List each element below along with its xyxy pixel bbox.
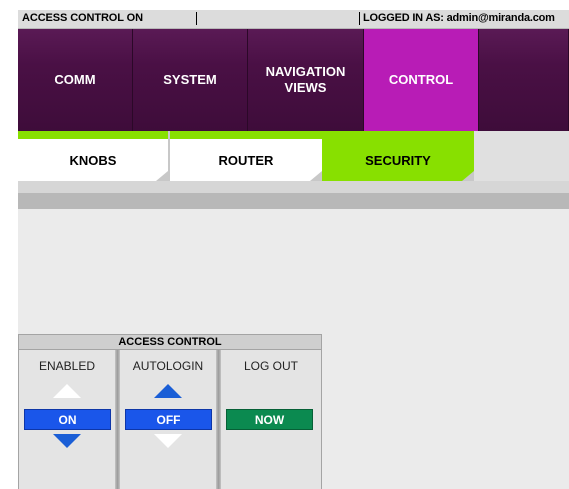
nav-tab-empty bbox=[479, 29, 569, 131]
nav-tab-system[interactable]: SYSTEM bbox=[133, 29, 248, 131]
sub-nav-filler bbox=[474, 131, 569, 181]
enabled-up-arrow-icon[interactable] bbox=[53, 384, 81, 398]
status-divider bbox=[359, 12, 360, 25]
logout-label: LOG OUT bbox=[243, 359, 298, 373]
sub-tab-security[interactable]: SECURITY bbox=[322, 131, 474, 181]
enabled-down-arrow-icon[interactable] bbox=[53, 434, 81, 448]
access-control-title: ACCESS CONTROL bbox=[19, 335, 321, 350]
sub-tab-router[interactable]: ROUTER bbox=[170, 131, 322, 181]
logout-column: LOG OUT NOW bbox=[221, 350, 321, 489]
status-bar: ACCESS CONTROL ON LOGGED IN AS: admin@mi… bbox=[18, 10, 569, 29]
autologin-value-button[interactable]: OFF bbox=[125, 409, 212, 430]
autologin-up-arrow-icon[interactable] bbox=[154, 384, 182, 398]
access-control-status: ACCESS CONTROL ON bbox=[22, 12, 143, 24]
nav-tab-control[interactable]: CONTROL bbox=[364, 29, 479, 131]
autologin-label: AUTOLOGIN bbox=[132, 359, 204, 373]
main-nav: COMM SYSTEM NAVIGATION VIEWS CONTROL bbox=[18, 29, 569, 131]
logout-now-button[interactable]: NOW bbox=[226, 409, 313, 430]
enabled-column: ENABLED ON bbox=[19, 350, 115, 489]
autologin-column: AUTOLOGIN OFF bbox=[120, 350, 216, 489]
nav-tab-comm[interactable]: COMM bbox=[18, 29, 133, 131]
autologin-down-arrow-icon[interactable] bbox=[154, 434, 182, 448]
content-area: ACCESS CONTROL ENABLED ON AUTOLOGIN OFF … bbox=[18, 193, 569, 489]
enabled-value-button[interactable]: ON bbox=[24, 409, 111, 430]
sub-nav: KNOBS ROUTER SECURITY bbox=[18, 131, 569, 193]
enabled-label: ENABLED bbox=[38, 359, 96, 373]
logged-in-user: LOGGED IN AS: admin@miranda.com bbox=[363, 12, 555, 24]
sub-nav-strip bbox=[18, 181, 569, 193]
sub-tab-knobs[interactable]: KNOBS bbox=[18, 131, 168, 181]
content-header-band bbox=[18, 193, 569, 209]
status-divider bbox=[196, 12, 197, 25]
access-control-panel: ACCESS CONTROL ENABLED ON AUTOLOGIN OFF … bbox=[18, 334, 322, 489]
nav-tab-navigation-views[interactable]: NAVIGATION VIEWS bbox=[248, 29, 364, 131]
